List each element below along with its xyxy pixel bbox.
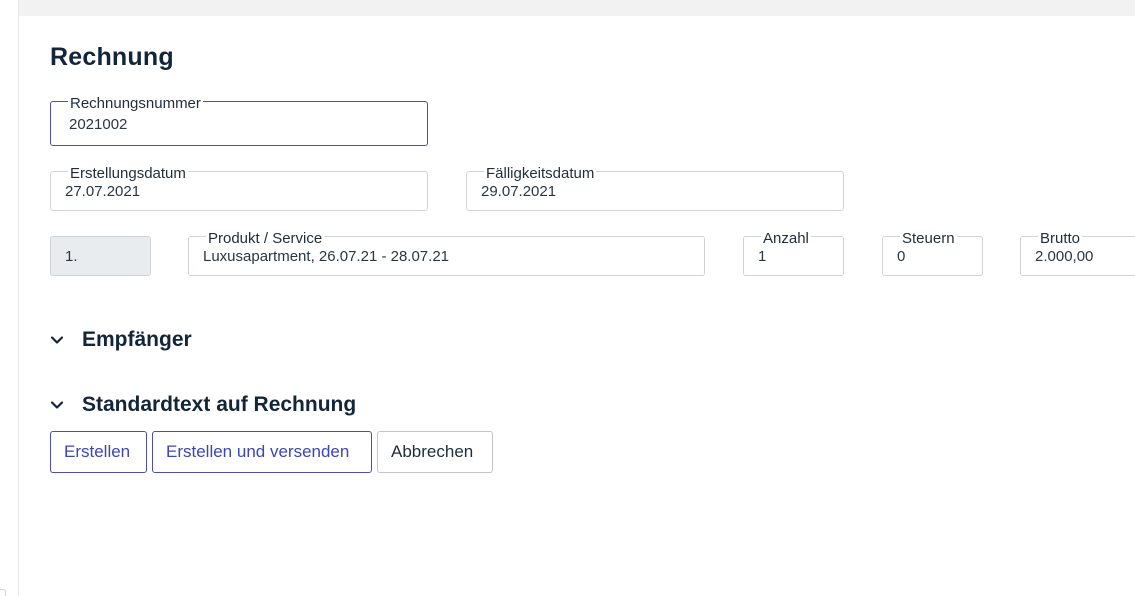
- tax-field[interactable]: Steuern 0: [882, 231, 983, 276]
- created-date-label: Erstellungsdatum: [68, 165, 188, 182]
- top-bar: [19, 0, 1135, 16]
- invoice-number-label: Rechnungsnummer: [68, 95, 203, 112]
- left-rail: [0, 0, 19, 596]
- recipient-section-title: Empfänger: [82, 328, 192, 351]
- due-date-label: Fälligkeitsdatum: [484, 165, 597, 182]
- tax-value: 0: [897, 248, 906, 265]
- line-position-field: 1.: [50, 236, 151, 276]
- create-button[interactable]: Erstellen: [50, 431, 147, 473]
- default-text-section-toggle[interactable]: Standardtext auf Rechnung: [50, 393, 356, 417]
- tax-label: Steuern: [900, 230, 957, 247]
- recipient-section-toggle[interactable]: Empfänger: [50, 328, 192, 352]
- product-service-field[interactable]: Produkt / Service Luxusapartment, 26.07.…: [188, 231, 705, 276]
- rail-handle[interactable]: [0, 589, 6, 596]
- created-date-value: 27.07.2021: [65, 183, 141, 200]
- cancel-button[interactable]: Abbrechen: [377, 431, 493, 473]
- page-title: Rechnung: [50, 43, 174, 71]
- create-and-send-button[interactable]: Erstellen und versenden: [152, 431, 372, 473]
- gross-field[interactable]: Brutto 2.000,00: [1020, 231, 1135, 276]
- due-date-field[interactable]: Fälligkeitsdatum 29.07.2021: [466, 166, 844, 211]
- invoice-number-value: 2021002: [69, 116, 128, 133]
- gross-value: 2.000,00: [1035, 248, 1094, 265]
- quantity-label: Anzahl: [761, 230, 811, 247]
- line-position-value: 1.: [65, 248, 78, 265]
- invoice-number-field[interactable]: Rechnungsnummer 2021002: [50, 96, 428, 146]
- product-service-label: Produkt / Service: [206, 230, 325, 247]
- created-date-field[interactable]: Erstellungsdatum 27.07.2021: [50, 166, 428, 211]
- due-date-value: 29.07.2021: [481, 183, 557, 200]
- product-service-value: Luxusapartment, 26.07.21 - 28.07.21: [203, 248, 450, 265]
- quantity-field[interactable]: Anzahl 1: [743, 231, 844, 276]
- quantity-value: 1: [758, 248, 767, 265]
- gross-label: Brutto: [1038, 230, 1083, 247]
- chevron-down-icon: [50, 398, 64, 412]
- chevron-down-icon: [50, 333, 64, 347]
- default-text-section-title: Standardtext auf Rechnung: [82, 393, 357, 416]
